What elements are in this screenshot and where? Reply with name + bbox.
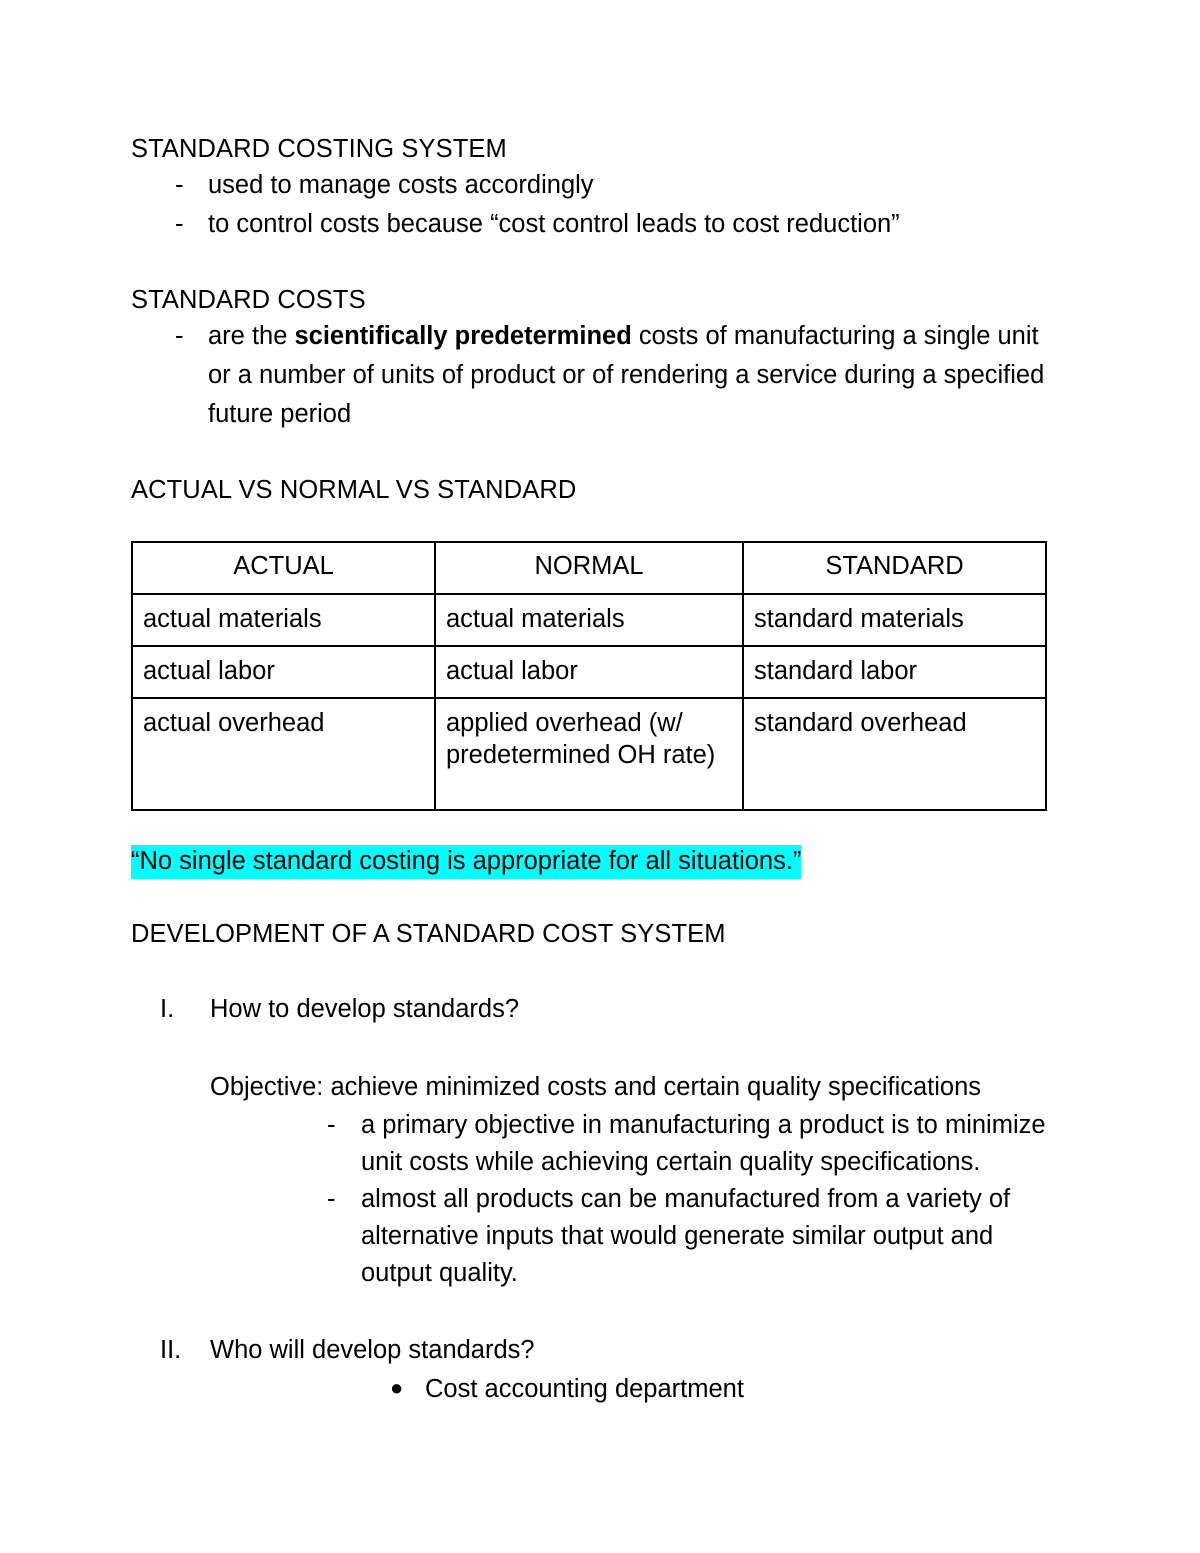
roman-item-one: I. How to develop standards? (131, 990, 1061, 1029)
list-item-label: a primary objective in manufacturing a p… (361, 1111, 1046, 1176)
table-head: ACTUAL NORMAL STANDARD (131, 541, 1047, 595)
list-standard-costs: - are the scientifically predetermined c… (131, 317, 1061, 434)
column-header-standard: STANDARD (742, 541, 1047, 595)
list-item-prefix: are the (208, 322, 295, 350)
list-item-label: almost all products can be manufactured … (361, 1185, 1011, 1287)
column-header-actual: ACTUAL (131, 541, 436, 595)
table-cell: standard overhead (742, 697, 1047, 811)
objective-sub-list: - a primary objective in manufacturing a… (210, 1107, 1061, 1292)
roman-marker: II. (160, 1336, 182, 1364)
quote-row: “No single standard costing is appropria… (131, 844, 1061, 879)
comparison-table: ACTUAL NORMAL STANDARD actual materials … (131, 541, 1047, 811)
heading-standard-costing-system: STANDARD COSTING SYSTEM (131, 135, 507, 163)
document-content: STANDARD COSTING SYSTEM - used to manage… (131, 132, 1061, 1409)
list-item: - to control costs because “cost control… (131, 205, 1061, 244)
roman-item-two: II. Who will develop standards? (131, 1331, 1061, 1370)
table-header-row: ACTUAL NORMAL STANDARD (131, 541, 1047, 595)
dash-marker: - (327, 1185, 336, 1213)
table-body: actual materials actual materials standa… (131, 593, 1047, 811)
roman-marker: I. (160, 995, 175, 1023)
dash-marker: - (175, 322, 184, 350)
objective-block: Objective: achieve minimized costs and c… (131, 1068, 1061, 1292)
table-cell: standard labor (742, 645, 1047, 699)
objective-statement: Objective: achieve minimized costs and c… (210, 1073, 982, 1101)
roman-item-title: How to develop standards? (210, 995, 520, 1023)
list-item: - almost all products can be manufacture… (210, 1181, 1061, 1292)
table-cell: actual materials (131, 593, 436, 647)
roman-item-title: Who will develop standards? (210, 1336, 535, 1364)
table-cell: actual materials (434, 593, 744, 647)
table-row: actual materials actual materials standa… (131, 593, 1047, 647)
list-standard-costing-system: - used to manage costs accordingly - to … (131, 166, 1061, 244)
table-cell: actual labor (131, 645, 436, 699)
column-header-normal: NORMAL (434, 541, 744, 595)
table-row: actual overhead applied overhead (w/ pre… (131, 697, 1047, 811)
list-item: - are the scientifically predetermined c… (131, 317, 1061, 434)
dash-marker: - (175, 171, 184, 199)
dash-marker: - (175, 210, 184, 238)
table-cell: standard materials (742, 593, 1047, 647)
list-item: - used to manage costs accordingly (131, 166, 1061, 205)
list-item: - a primary objective in manufacturing a… (210, 1107, 1061, 1181)
highlighted-quote: “No single standard costing is appropria… (131, 845, 802, 879)
document-page: STANDARD COSTING SYSTEM - used to manage… (0, 0, 1200, 1553)
table-row: actual labor actual labor standard labor (131, 645, 1047, 699)
list-item: ● Cost accounting department (131, 1370, 1061, 1409)
dash-marker: - (327, 1111, 336, 1139)
list-item-label: Cost accounting department (425, 1375, 744, 1403)
list-item-label: used to manage costs accordingly (208, 171, 594, 199)
heading-actual-vs-normal-vs-standard: ACTUAL VS NORMAL VS STANDARD (131, 476, 577, 504)
bullet-marker: ● (390, 1375, 404, 1400)
table-cell: actual labor (434, 645, 744, 699)
heading-standard-costs: STANDARD COSTS (131, 286, 366, 314)
list-item-label: to control costs because “cost control l… (208, 210, 900, 238)
table-cell: actual overhead (131, 697, 436, 811)
table-cell: applied overhead (w/ predetermined OH ra… (434, 697, 744, 811)
list-item-emphasis: scientifically predetermined (294, 322, 632, 350)
heading-development-of-standard-cost-system: DEVELOPMENT OF A STANDARD COST SYSTEM (131, 920, 726, 948)
